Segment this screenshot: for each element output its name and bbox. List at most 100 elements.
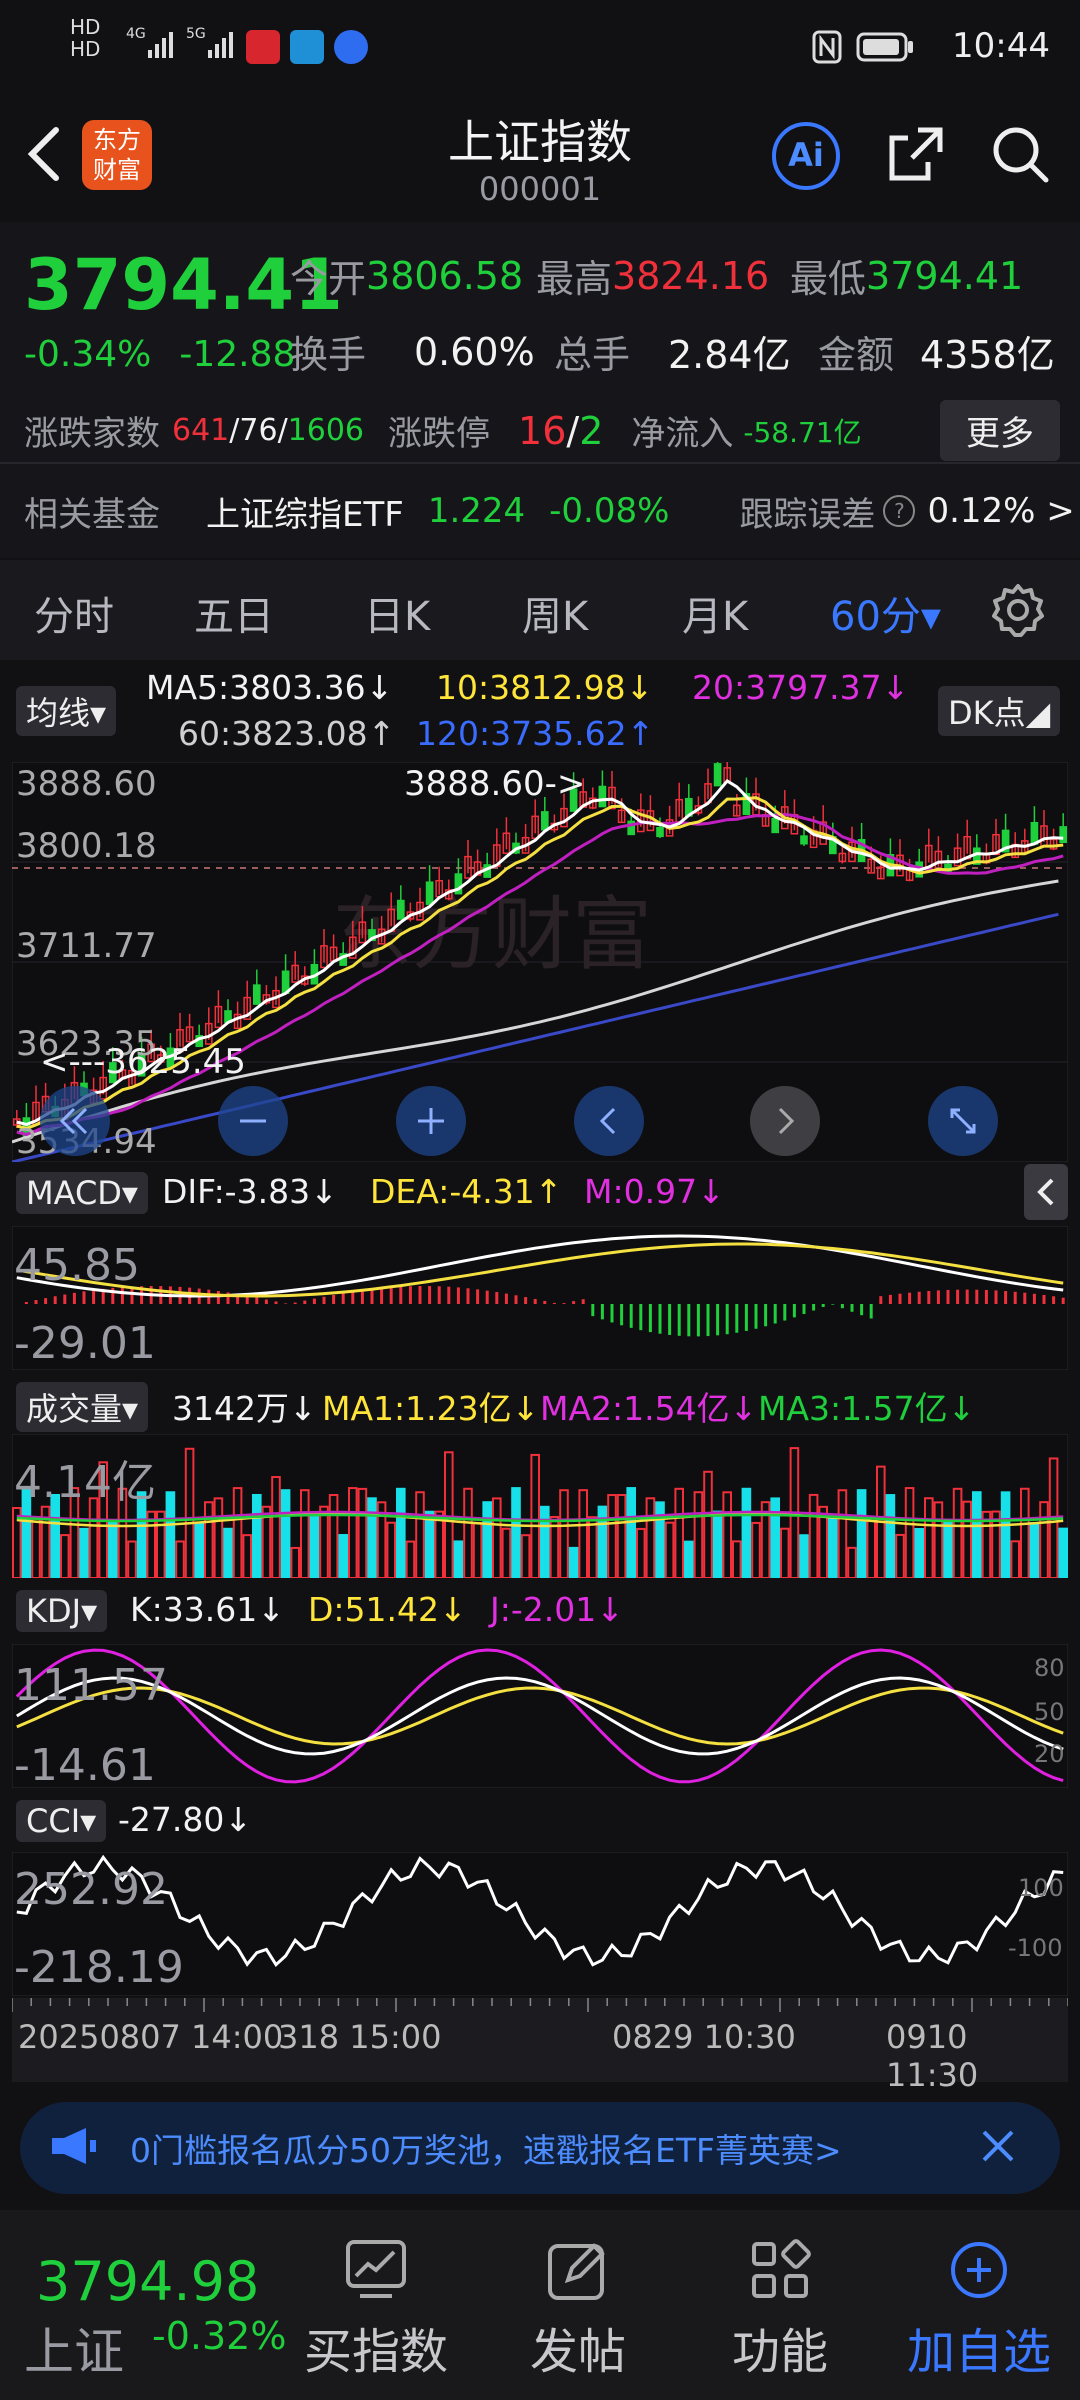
kdj-d: D:51.42↓ bbox=[308, 1590, 467, 1629]
time-label-3: 0910 11:30 bbox=[886, 2018, 979, 2094]
cci-legend: CCI▾ -27.80↓ bbox=[0, 1794, 1080, 1850]
volume-ma2: MA2:1.54亿↓ bbox=[540, 1389, 758, 1428]
svg-text:5G: 5G bbox=[186, 26, 206, 42]
price-change: -0.34% -12.88 bbox=[24, 334, 295, 375]
help-icon[interactable]: ? bbox=[883, 495, 916, 527]
time-label-1: 20250807 14:00 bbox=[18, 2018, 284, 2056]
volume-bar bbox=[914, 1528, 925, 1579]
limit-sep: / bbox=[566, 408, 580, 453]
macd-dif: DIF:-3.83↓ bbox=[162, 1172, 338, 1211]
cci-selector[interactable]: CCI▾ bbox=[16, 1800, 107, 1842]
turnover-label: 换手 bbox=[290, 333, 367, 377]
volume-bar bbox=[511, 1487, 521, 1579]
collapse-panel-button[interactable] bbox=[1024, 1164, 1068, 1220]
kdj-k: K:33.61↓ bbox=[130, 1590, 285, 1629]
dk-point-button[interactable]: DK点◢ bbox=[938, 686, 1061, 736]
app-notification-icon bbox=[334, 30, 368, 64]
volume-bar bbox=[338, 1534, 348, 1579]
cci-ref-100: 100 bbox=[1018, 1874, 1064, 1902]
volume-top: 4.14亿 bbox=[14, 1457, 156, 1508]
macd-selector[interactable]: MACD▾ bbox=[16, 1172, 148, 1214]
y-tick-2: 3800.18 bbox=[16, 826, 157, 866]
scroll-right-button[interactable] bbox=[750, 1086, 820, 1156]
ma10-value: 10:3812.98↓ bbox=[436, 668, 654, 707]
bottom-price[interactable]: 3794.98 bbox=[36, 2250, 259, 2313]
kdj-j: J:-2.01↓ bbox=[490, 1590, 624, 1629]
tab-60-min[interactable]: 60分▾ bbox=[830, 584, 941, 642]
cci-ref-minus-100: -100 bbox=[1008, 1934, 1063, 1962]
breadth-label: 涨跌家数 bbox=[24, 414, 160, 454]
period-tabs: 分时 五日 日K 周K 月K 60分▾ bbox=[0, 560, 1080, 660]
kdj-ref-50: 50 bbox=[1034, 1698, 1065, 1726]
high-label: 最高 bbox=[536, 257, 613, 301]
kdj-chart: 111.57 -14.61 80 50 20 bbox=[11, 1643, 1069, 1791]
5g-signal-icon: 5G bbox=[186, 24, 238, 64]
low-value: 3794.41 bbox=[866, 253, 1024, 298]
macd-m: M:0.97↓ bbox=[584, 1172, 725, 1211]
zoom-out-button[interactable] bbox=[218, 1086, 288, 1156]
tab-five-day[interactable]: 五日 bbox=[194, 584, 274, 642]
macd-dea: DEA:-4.31↑ bbox=[370, 1172, 563, 1211]
change-percent: -0.34% bbox=[24, 334, 152, 375]
volume-bar bbox=[108, 1521, 118, 1579]
volume-bar bbox=[280, 1489, 291, 1579]
megaphone-icon bbox=[46, 2124, 100, 2172]
chart-trend-icon bbox=[346, 2240, 406, 2298]
bottom-index-name[interactable]: 上证 bbox=[24, 2312, 124, 2384]
candle-body bbox=[800, 835, 808, 845]
volume-bar bbox=[453, 1540, 464, 1579]
candle-body bbox=[656, 827, 664, 838]
scroll-left-fast-button[interactable] bbox=[40, 1086, 110, 1156]
ai-assistant-button[interactable]: Ai bbox=[772, 122, 840, 190]
related-fund-row[interactable]: 相关基金 上证综指ETF 1.224 -0.08% 跟踪误差 ? 0.12% > bbox=[0, 464, 1080, 558]
turnover-value: 0.60% bbox=[414, 329, 535, 374]
promo-banner[interactable]: 0门槛报名瓜分50万奖池，速戳报名ETF菁英赛> bbox=[20, 2102, 1060, 2194]
volume-bar bbox=[79, 1527, 89, 1579]
tab-intraday[interactable]: 分时 bbox=[34, 584, 114, 642]
cci-value: -27.80↓ bbox=[118, 1800, 253, 1839]
volume-svg bbox=[11, 1433, 1069, 1580]
scroll-left-button[interactable] bbox=[574, 1086, 644, 1156]
volume-bar bbox=[568, 1546, 579, 1580]
edit-icon bbox=[548, 2243, 605, 2300]
kline-chart[interactable]: 东方财富 3888.60 3800.18 3711.77 3623.35 353… bbox=[11, 746, 1069, 1164]
close-icon[interactable] bbox=[976, 2124, 1020, 2172]
tab-monthly-k[interactable]: 月K bbox=[682, 584, 748, 642]
functions-button[interactable]: 功能 bbox=[700, 2238, 860, 2382]
volume-selector[interactable]: 成交量▾ bbox=[16, 1382, 149, 1432]
candle-body bbox=[771, 817, 780, 834]
add-watchlist-label: 加自选 bbox=[906, 2324, 1051, 2380]
breadth-sep: / bbox=[229, 413, 240, 448]
tab-daily-k[interactable]: 日K bbox=[364, 584, 430, 642]
volume-bar bbox=[885, 1494, 896, 1579]
buy-index-button[interactable]: 买指数 bbox=[296, 2238, 456, 2382]
more-button[interactable]: 更多 bbox=[940, 400, 1060, 461]
kdj-ref-20: 20 bbox=[1034, 1740, 1065, 1768]
add-watchlist-button[interactable]: 加自选 bbox=[894, 2238, 1064, 2382]
cci-chart: 252.92 -218.19 100 -100 bbox=[11, 1851, 1069, 1997]
macd-top: 45.85 bbox=[14, 1240, 140, 1291]
share-icon[interactable] bbox=[884, 122, 948, 190]
zoom-in-button[interactable] bbox=[396, 1086, 466, 1156]
kdj-selector[interactable]: KDJ▾ bbox=[16, 1590, 108, 1632]
svg-text:4G: 4G bbox=[126, 26, 146, 42]
post-button[interactable]: 发帖 bbox=[498, 2238, 658, 2382]
fullscreen-button[interactable] bbox=[928, 1086, 998, 1156]
breadth-sep: / bbox=[277, 413, 288, 448]
limit-label: 涨跌停 bbox=[388, 414, 491, 454]
tracking-error-value[interactable]: 0.12% > bbox=[927, 491, 1074, 531]
volume-label: 总手 bbox=[554, 333, 631, 377]
candle-body bbox=[540, 811, 549, 831]
functions-label: 功能 bbox=[731, 2324, 828, 2380]
tab-weekly-k[interactable]: 周K bbox=[522, 584, 588, 642]
kline-svg: 东方财富 bbox=[11, 746, 1069, 1164]
app-notification-icon bbox=[290, 30, 324, 64]
expand-icon bbox=[950, 1108, 976, 1134]
ma-selector[interactable]: 均线▾ bbox=[16, 686, 117, 736]
settings-gear-icon[interactable] bbox=[990, 582, 1046, 642]
volume-bar bbox=[1029, 1521, 1040, 1579]
volume-bar bbox=[655, 1501, 665, 1579]
bottom-pct: -0.32% bbox=[152, 2314, 287, 2358]
search-icon[interactable] bbox=[988, 122, 1052, 190]
ma20-value: 20:3797.37↓ bbox=[692, 668, 910, 707]
